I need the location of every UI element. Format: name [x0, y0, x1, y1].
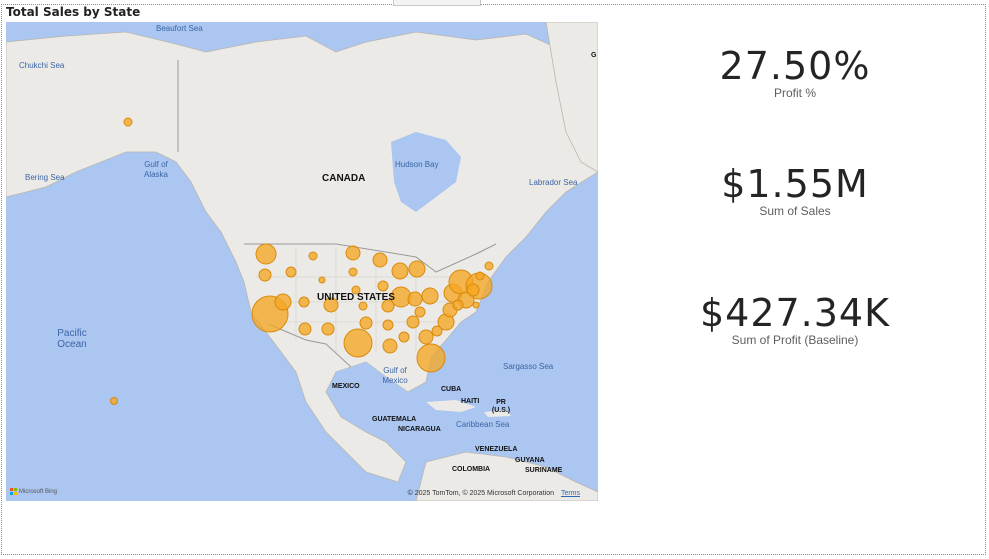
map-canvas: [6, 22, 598, 501]
kpi-value: $1.55M: [721, 162, 869, 206]
bubble: [421, 287, 439, 305]
bubble: [318, 276, 326, 284]
label-chukchi-sea: Chukchi Sea: [19, 61, 65, 70]
map-visual-title: Total Sales by State: [6, 5, 141, 19]
map-attribution: © 2025 TomTom, © 2025 Microsoft Corporat…: [408, 490, 580, 497]
bubble: [345, 245, 361, 261]
label-pacific-ocean: Pacific Ocean: [57, 328, 87, 350]
kpi-card-sum-of-sales[interactable]: $1.55M Sum of Sales: [640, 162, 950, 218]
terms-link[interactable]: Terms: [561, 490, 580, 497]
bubble: [377, 280, 389, 292]
bubble: [382, 319, 394, 331]
bubble: [348, 267, 358, 277]
kpi-card-profit-percent[interactable]: 27.50% Profit %: [640, 44, 950, 100]
label-hudson-bay: Hudson Bay: [395, 160, 439, 169]
bubble: [398, 331, 410, 343]
bubble: [406, 315, 420, 329]
bubble: [359, 316, 373, 330]
kpi-caption: Profit %: [773, 86, 816, 100]
label-canada: CANADA: [322, 173, 366, 184]
kpi-value: $427.34K: [699, 291, 891, 335]
label-labrador-sea: Labrador Sea: [529, 178, 578, 187]
bubble: [285, 266, 297, 278]
bubble: [418, 329, 434, 345]
attribution-text: © 2025 TomTom, © 2025 Microsoft Corporat…: [407, 490, 554, 497]
bubble: [298, 296, 310, 308]
bubble: [343, 328, 373, 358]
label-puerto-rico: PR (U.S.): [491, 399, 511, 414]
label-cuba: CUBA: [441, 386, 462, 393]
label-sargasso-sea: Sargasso Sea: [503, 362, 554, 371]
bubble: [466, 283, 480, 297]
label-suriname: SURINAME: [525, 467, 563, 474]
bubble: [308, 251, 318, 261]
microsoft-bing-logo: Microsoft Bing: [10, 488, 57, 495]
label-haiti: HAITI: [461, 398, 480, 405]
bubble: [358, 301, 368, 311]
bubble: [298, 322, 312, 336]
bubble: [416, 343, 446, 373]
page-tab-stub[interactable]: [393, 0, 481, 6]
bubble: [382, 338, 398, 354]
bubble: [408, 260, 426, 278]
bubble: [414, 306, 426, 318]
sales-bubble-map[interactable]: Beaufort Sea Chukchi Sea Bering Sea Gulf…: [6, 22, 598, 501]
label-venezuela: VENEZUELA: [475, 446, 518, 453]
bubble: [484, 261, 494, 271]
kpi-card-sum-of-profit[interactable]: $427.34K Sum of Profit (Baseline): [640, 291, 950, 347]
bubble: [258, 268, 272, 282]
bubble: [123, 117, 133, 127]
label-colombia: COLOMBIA: [452, 466, 491, 473]
logo-text: Microsoft Bing: [19, 488, 58, 495]
bubble: [452, 299, 464, 311]
kpi-caption: Sum of Sales: [759, 204, 831, 218]
label-gulf-of-mexico: Gulf of Mexico: [382, 366, 408, 385]
label-nicaragua: NICARAGUA: [398, 426, 441, 433]
label-gulf-of-alaska: Gulf of Alaska: [143, 160, 168, 179]
bubble: [372, 252, 388, 268]
label-beaufort-sea: Beaufort Sea: [156, 24, 203, 33]
bubble: [321, 322, 335, 336]
bubble: [407, 291, 423, 307]
label-united-states: UNITED STATES: [317, 292, 395, 303]
bubble: [274, 293, 292, 311]
bubble: [475, 271, 485, 281]
bubble: [110, 397, 118, 405]
label-guatemala: GUATEMALA: [372, 416, 417, 423]
label-greenland-edge: G: [591, 52, 597, 59]
label-caribbean-sea: Caribbean Sea: [456, 420, 510, 429]
kpi-caption: Sum of Profit (Baseline): [731, 333, 859, 347]
label-mexico: MEXICO: [332, 383, 360, 390]
bubble: [472, 301, 480, 309]
label-bering-sea: Bering Sea: [25, 173, 65, 182]
label-guyana: GUYANA: [515, 457, 545, 464]
bubble: [391, 262, 409, 280]
bubble: [255, 243, 277, 265]
kpi-value: 27.50%: [719, 44, 871, 88]
microsoft-logo-icon: [10, 488, 17, 495]
